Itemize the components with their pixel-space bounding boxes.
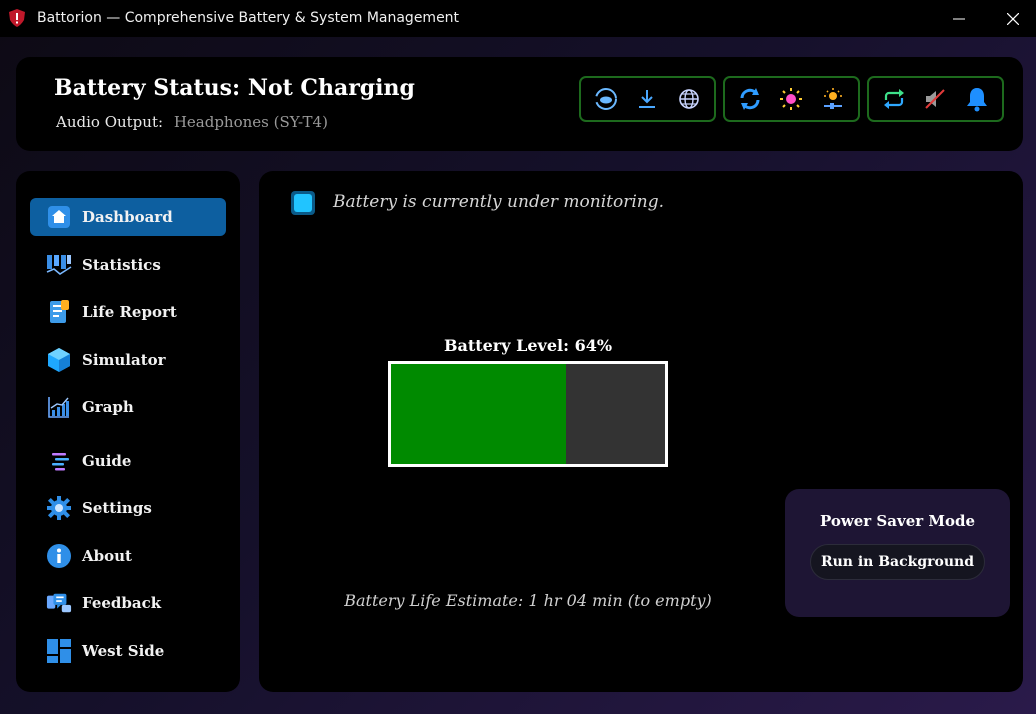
brightness-slider-button[interactable]	[815, 81, 851, 117]
sidebar-item-simulator[interactable]: Simulator	[30, 341, 226, 379]
refresh-icon	[740, 88, 760, 110]
audio-output-line: Audio Output: Headphones (SY-T4)	[56, 113, 328, 131]
report-icon	[46, 299, 72, 325]
audio-output-value: Headphones (SY-T4)	[173, 113, 328, 131]
battery-life-estimate: Battery Life Estimate: 1 hr 04 min (to e…	[344, 591, 712, 610]
power-saver-title: Power Saver Mode	[819, 512, 976, 530]
battery-status-title: Battery Status: Not Charging	[54, 75, 415, 101]
brightness-button[interactable]	[773, 81, 809, 117]
sidebar-item-label: Dashboard	[82, 208, 173, 226]
sidebar-item-label: Feedback	[82, 594, 162, 612]
battery-level-label: Battery Level: 64%	[443, 336, 613, 355]
battery-level-bar	[388, 361, 668, 467]
battery-level-fill	[391, 364, 567, 464]
monitoring-indicator-icon	[291, 191, 315, 215]
close-button[interactable]	[990, 0, 1036, 37]
header-card: Battery Status: Not Charging Audio Outpu…	[16, 57, 1023, 151]
bell-icon	[967, 88, 988, 112]
toolbar-group-system	[867, 76, 1004, 122]
sidebar-item-label: Life Report	[82, 303, 177, 321]
sidebar-item-label: Simulator	[82, 351, 166, 369]
power-saver-card: Power Saver Mode Run in Background	[785, 489, 1010, 617]
sidebar-item-label: Guide	[82, 452, 132, 470]
sidebar-item-settings[interactable]: Settings	[30, 489, 226, 527]
sidebar-item-guide[interactable]: Guide	[30, 442, 226, 480]
refresh-button[interactable]	[732, 81, 768, 117]
gear-icon	[46, 495, 72, 521]
home-icon	[46, 204, 72, 230]
sidebar-item-graph[interactable]: Graph	[30, 388, 226, 426]
mute-icon	[925, 89, 946, 109]
sidebar-item-dashboard[interactable]: Dashboard	[30, 198, 226, 236]
globe-icon	[679, 89, 699, 109]
sidebar-item-west-side[interactable]: West Side	[30, 632, 226, 670]
sidebar-item-label: Graph	[82, 398, 134, 416]
download-button[interactable]	[629, 81, 665, 117]
info-icon	[46, 543, 72, 569]
minimize-button[interactable]	[936, 0, 982, 37]
main-panel: Battery is currently under monitoring. B…	[259, 171, 1023, 692]
minimize-icon	[953, 18, 965, 19]
cloud-sync-button[interactable]	[588, 81, 624, 117]
download-icon	[639, 90, 656, 108]
notification-button[interactable]	[959, 81, 995, 117]
cloud-sync-icon	[594, 88, 617, 110]
toolbar-group-network	[579, 76, 716, 122]
sidebar: Dashboard Statistics Life Report Simulat…	[16, 171, 240, 692]
sidebar-item-label: About	[82, 547, 132, 565]
sidebar-item-label: West Side	[82, 642, 165, 660]
sidebar-item-label: Settings	[82, 499, 152, 517]
audio-output-label: Audio Output:	[56, 113, 164, 131]
guide-icon	[46, 448, 72, 474]
monitoring-status-text: Battery is currently under monitoring.	[333, 192, 665, 212]
mute-button[interactable]	[917, 81, 953, 117]
brightness-icon	[780, 88, 803, 110]
feedback-icon	[46, 590, 72, 616]
run-in-background-button[interactable]: Run in Background	[810, 544, 985, 580]
sidebar-item-feedback[interactable]: Feedback	[30, 584, 226, 622]
grid-icon	[46, 638, 72, 664]
sidebar-item-about[interactable]: About	[30, 537, 226, 575]
window-title: Battorion — Comprehensive Battery & Syst…	[37, 10, 460, 26]
toolbar-group-display	[723, 76, 860, 122]
close-icon	[1007, 12, 1019, 25]
graph-icon	[46, 394, 72, 420]
globe-button[interactable]	[671, 81, 707, 117]
sidebar-item-life-report[interactable]: Life Report	[30, 293, 226, 331]
statistics-icon	[46, 252, 72, 278]
brightness-slider-icon	[824, 88, 843, 109]
cube-icon	[46, 347, 72, 373]
loop-icon	[883, 89, 904, 109]
title-bar: Battorion — Comprehensive Battery & Syst…	[0, 0, 1036, 37]
app-shield-icon	[9, 9, 25, 27]
sidebar-item-label: Statistics	[82, 256, 161, 274]
sidebar-item-statistics[interactable]: Statistics	[30, 246, 226, 284]
loop-button[interactable]	[876, 81, 912, 117]
